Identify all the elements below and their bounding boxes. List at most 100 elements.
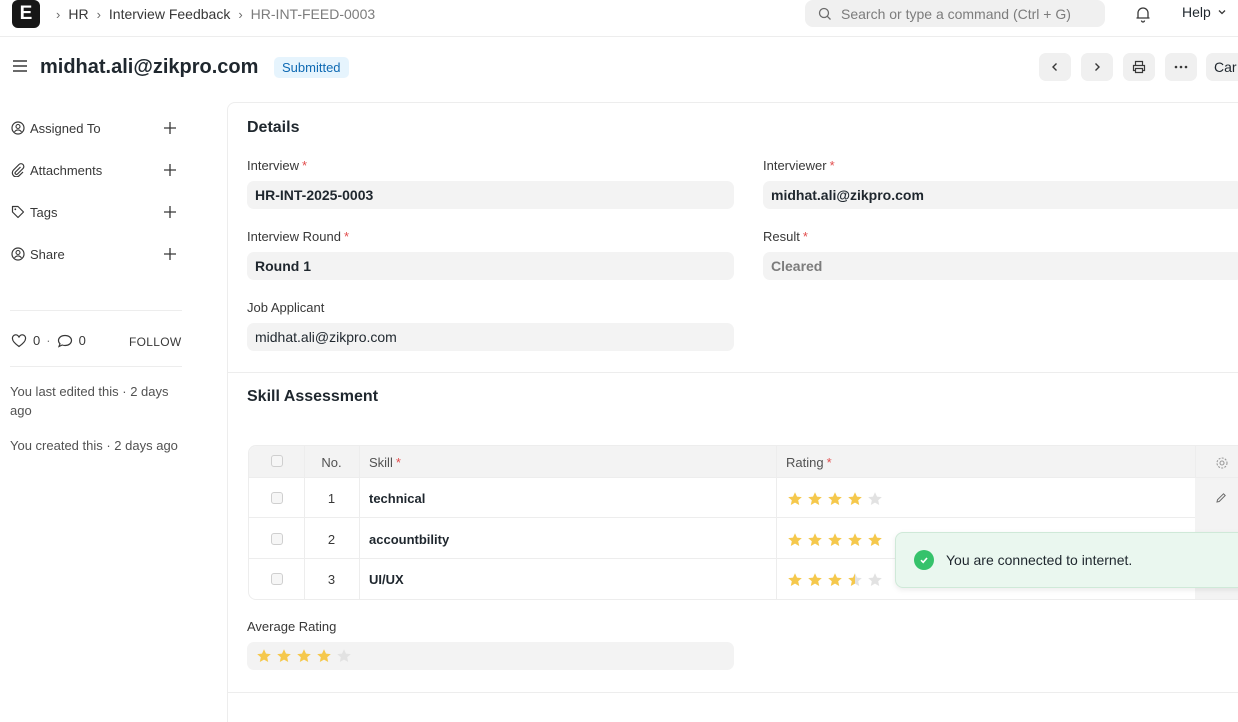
row-checkbox[interactable] (271, 492, 283, 504)
toast-message: You are connected to internet. (946, 552, 1133, 568)
breadcrumb-interview-feedback[interactable]: Interview Feedback (109, 6, 230, 22)
sidebar-item-label: Attachments (30, 162, 103, 178)
sidebar-divider (10, 366, 182, 367)
job-applicant-field[interactable]: midhat.ali@zikpro.com (247, 323, 734, 351)
cancel-button[interactable]: Car (1206, 53, 1238, 81)
row-checkbox[interactable] (271, 533, 283, 545)
star-icon[interactable] (847, 572, 863, 588)
share-icon (11, 247, 25, 261)
chevron-left-icon (1052, 63, 1057, 71)
help-label: Help (1182, 4, 1211, 20)
app-logo[interactable]: E (12, 0, 40, 28)
gear-icon[interactable] (1215, 456, 1229, 470)
select-all-checkbox[interactable] (271, 455, 283, 467)
plus-icon[interactable] (163, 247, 177, 261)
star-icon[interactable] (807, 532, 823, 548)
star-icon[interactable] (867, 491, 883, 507)
rating-stars[interactable] (787, 532, 887, 548)
printer-icon (1132, 60, 1146, 74)
rating-stars[interactable] (787, 491, 887, 507)
paperclip-icon (11, 163, 25, 177)
search-icon (818, 7, 831, 20)
sidebar-toggle-icon[interactable] (12, 59, 28, 73)
average-rating-field (247, 642, 734, 670)
column-divider (359, 446, 360, 599)
star-icon[interactable] (787, 532, 803, 548)
follow-button[interactable]: FOLLOW (129, 335, 181, 349)
star-icon[interactable] (807, 572, 823, 588)
edit-pencil-icon[interactable] (1215, 492, 1227, 504)
star-icon[interactable] (827, 572, 843, 588)
previous-doc-button[interactable] (1039, 53, 1071, 81)
column-divider (304, 446, 305, 599)
star-icon[interactable] (867, 572, 883, 588)
sidebar-item-share[interactable]: Share (11, 244, 181, 264)
chevron-right-icon (1095, 63, 1100, 71)
sidebar-item-label: Share (30, 246, 65, 262)
star-icon[interactable] (827, 491, 843, 507)
heart-icon[interactable] (11, 333, 27, 348)
star-icon[interactable] (807, 491, 823, 507)
page-title: midhat.ali@zikpro.com (40, 56, 259, 78)
next-doc-button[interactable] (1081, 53, 1113, 81)
interviewer-field[interactable]: midhat.ali@zikpro.com (763, 181, 1238, 209)
star-icon[interactable] (847, 532, 863, 548)
connection-toast: You are connected to internet. (895, 532, 1238, 588)
interview-label: Interview * (247, 158, 308, 173)
star-icon[interactable] (787, 572, 803, 588)
col-no-header: No. (321, 455, 342, 470)
rating-stars[interactable] (787, 572, 887, 588)
row-number: 1 (327, 491, 336, 506)
plus-icon[interactable] (163, 163, 177, 177)
table-row[interactable]: 1 technical (249, 478, 1238, 518)
star-icon[interactable] (787, 491, 803, 507)
interview-field[interactable]: HR-INT-2025-0003 (247, 181, 734, 209)
like-count: 0 (33, 333, 41, 348)
bell-icon[interactable] (1134, 5, 1152, 23)
form-sidebar: Assigned To Attachments Tags Share 0 · 0… (0, 102, 226, 706)
sidebar-item-tags[interactable]: Tags (11, 202, 181, 222)
average-rating-stars (256, 648, 356, 664)
search-input[interactable]: Search or type a command (Ctrl + G) (805, 0, 1105, 27)
plus-icon[interactable] (163, 121, 177, 135)
skill-cell[interactable]: technical (369, 491, 425, 506)
help-dropdown[interactable]: Help (1182, 4, 1227, 20)
breadcrumb: › HR › Interview Feedback › HR-INT-FEED-… (52, 4, 375, 24)
interview-round-label: Interview Round * (247, 229, 350, 244)
result-field[interactable]: Cleared (763, 252, 1238, 280)
page-header: midhat.ali@zikpro.com Submitted Car (0, 37, 1238, 99)
sidebar-item-label: Tags (30, 204, 58, 220)
plus-icon[interactable] (163, 205, 177, 219)
col-rating-header: Rating * (786, 455, 832, 470)
breadcrumb-hr[interactable]: HR (68, 6, 88, 22)
tag-icon (11, 205, 25, 219)
star-icon[interactable] (827, 532, 843, 548)
star-icon (277, 649, 291, 662)
sidebar-divider (10, 310, 182, 311)
row-number: 3 (327, 572, 336, 587)
section-title-skill-assessment: Skill Assessment (247, 388, 379, 405)
breadcrumb-current[interactable]: HR-INT-FEED-0003 (251, 6, 375, 22)
result-label: Result * (763, 229, 808, 244)
section-divider (228, 372, 1238, 373)
comment-icon[interactable] (57, 334, 73, 348)
row-number: 2 (327, 532, 336, 547)
interview-round-field[interactable]: Round 1 (247, 252, 734, 280)
column-divider (776, 446, 777, 599)
skill-cell[interactable]: UI/UX (369, 572, 404, 587)
row-checkbox[interactable] (271, 573, 283, 585)
section-title-details: Details (247, 119, 300, 136)
chevron-right-icon: › (96, 6, 101, 22)
created-text: You created this · 2 days ago (10, 438, 178, 453)
chevron-right-icon: › (238, 6, 243, 22)
print-button[interactable] (1123, 53, 1155, 81)
more-actions-button[interactable] (1165, 53, 1197, 81)
sidebar-item-assigned-to[interactable]: Assigned To (11, 118, 181, 138)
last-edited-text: You last edited this · 2 days ago (10, 384, 169, 418)
sidebar-item-attachments[interactable]: Attachments (11, 160, 181, 180)
chevron-right-icon: › (56, 6, 61, 22)
skill-cell[interactable]: accountbility (369, 532, 449, 547)
section-divider (228, 692, 1238, 693)
star-icon[interactable] (847, 491, 863, 507)
star-icon[interactable] (867, 532, 883, 548)
